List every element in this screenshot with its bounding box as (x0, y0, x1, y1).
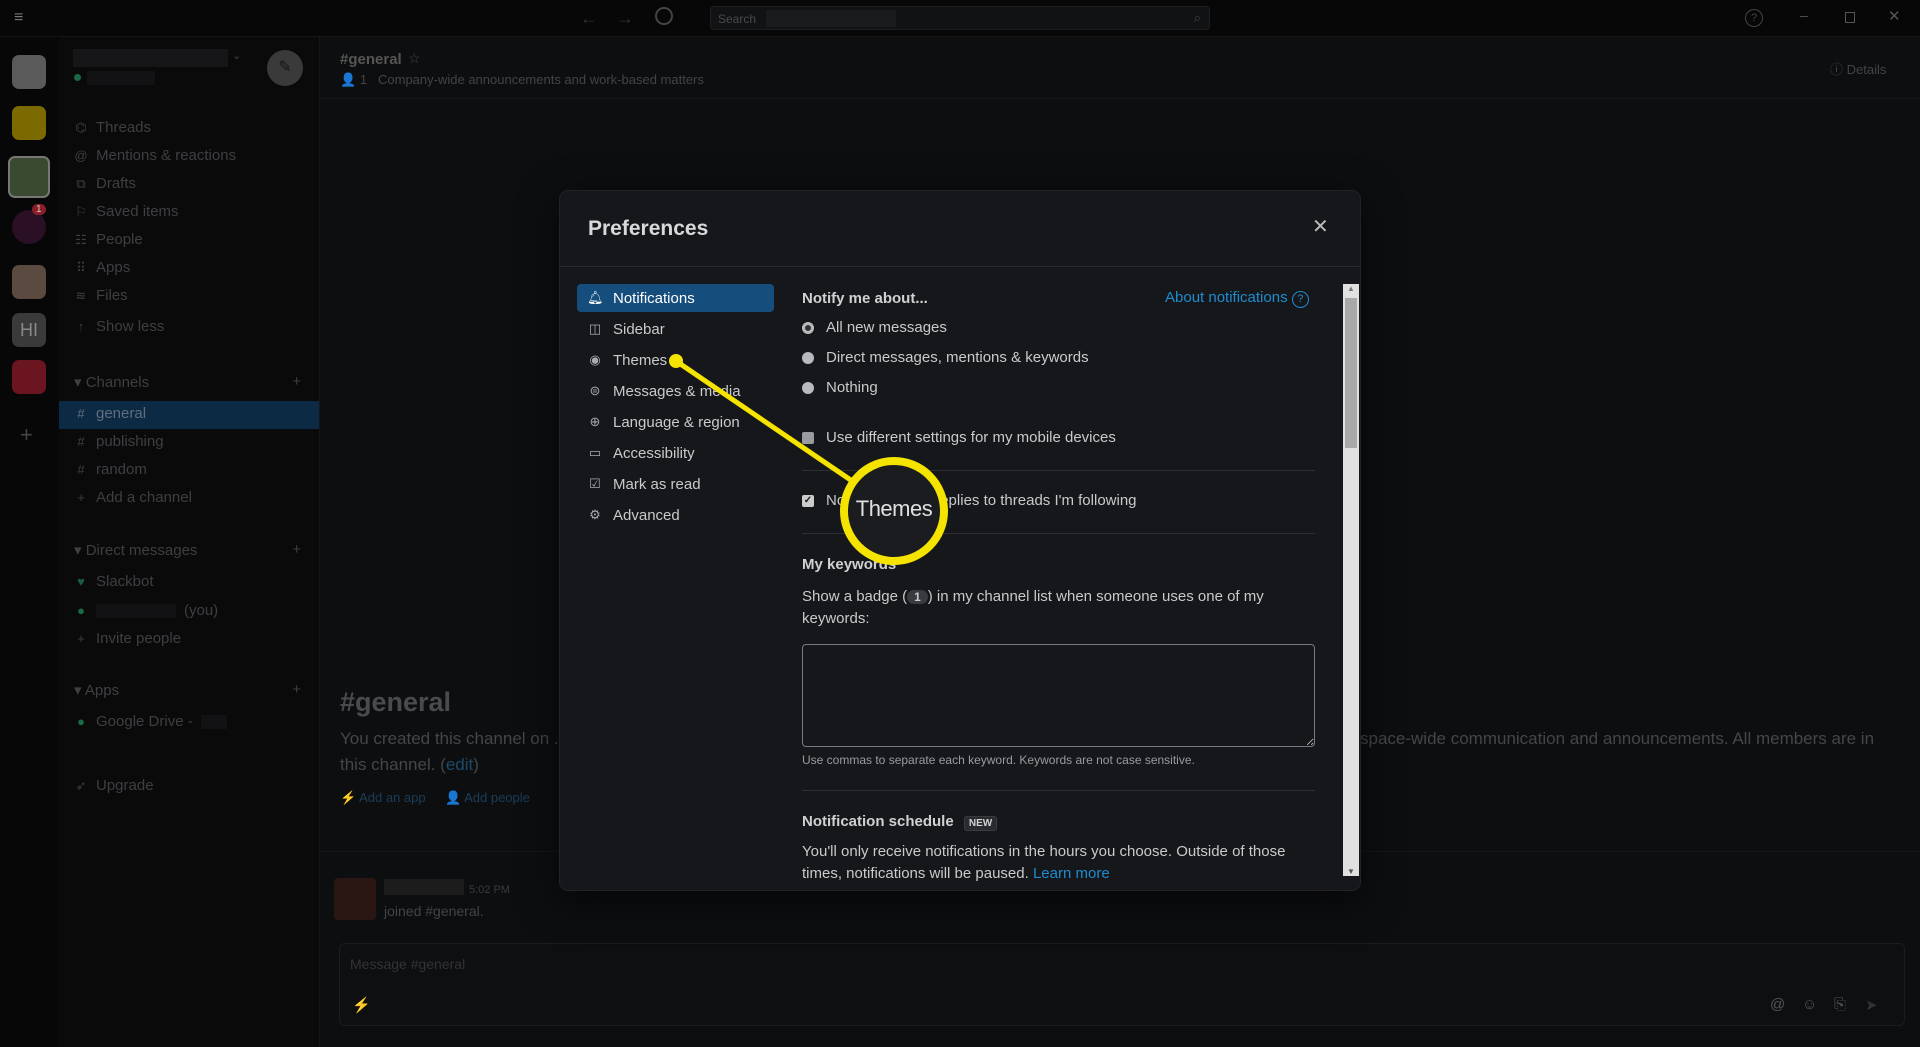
annotation-line (674, 358, 860, 488)
annotation-callout-label: Themes (855, 496, 933, 521)
annotation-overlay (669, 354, 948, 565)
annotation-dot (669, 354, 683, 368)
